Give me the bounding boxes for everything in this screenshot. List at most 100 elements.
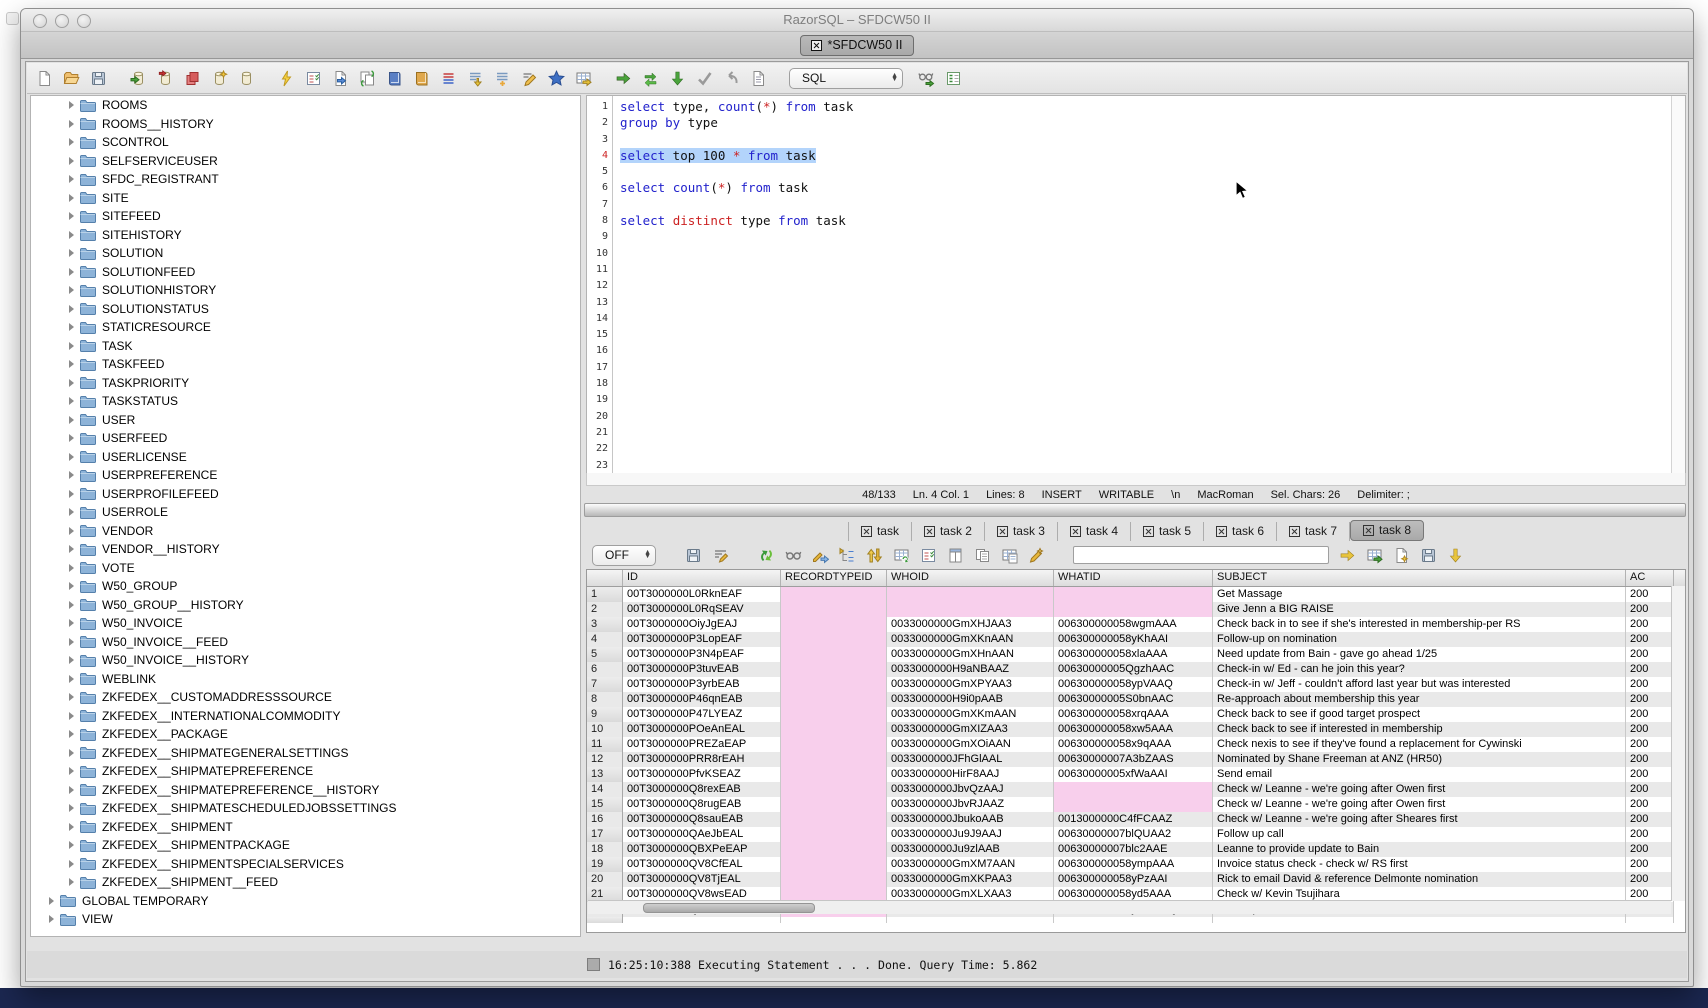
- disclosure-triangle-icon[interactable]: [69, 268, 74, 276]
- cell-ac[interactable]: 200: [1626, 872, 1674, 887]
- disclosure-triangle-icon[interactable]: [69, 434, 74, 442]
- cell-whoid[interactable]: 0033000000GmXKPAA3: [887, 872, 1054, 887]
- tab-close-icon[interactable]: [1143, 526, 1154, 537]
- tab-close-icon[interactable]: [811, 40, 822, 51]
- cell-ac[interactable]: 200: [1626, 677, 1674, 692]
- results-tab-task-2[interactable]: task 2: [912, 522, 985, 541]
- cell-recordtypeid[interactable]: [781, 782, 887, 797]
- tree-item-userprofilefeed[interactable]: USERPROFILEFEED: [31, 485, 580, 504]
- disclosure-triangle-icon[interactable]: [69, 786, 74, 794]
- disclosure-triangle-icon[interactable]: [69, 305, 74, 313]
- results-tab-task-8[interactable]: task 8: [1350, 520, 1424, 541]
- disclosure-triangle-icon[interactable]: [69, 249, 74, 257]
- cell-whatid[interactable]: 006300000058x9qAAA: [1054, 737, 1213, 752]
- cell-recordtypeid[interactable]: [781, 692, 887, 707]
- cell-ac[interactable]: 200: [1626, 617, 1674, 632]
- cell-whatid[interactable]: 006300000058ypVAAQ: [1054, 677, 1213, 692]
- editor-horizontal-scrollbar[interactable]: [586, 473, 1686, 486]
- results-search-input[interactable]: [1073, 546, 1329, 564]
- cell-recordtypeid[interactable]: [781, 812, 887, 827]
- cell-ac[interactable]: 200: [1626, 782, 1674, 797]
- cell-subject[interactable]: Nominated by Shane Freeman at ANZ (HR50): [1213, 752, 1626, 767]
- cell-subject[interactable]: Check-in w/ Jeff - couldn't afford last …: [1213, 677, 1626, 692]
- editor-vertical-scrollbar[interactable]: [1671, 96, 1685, 474]
- cell-id[interactable]: 00T3000000Q8rugEAB: [623, 797, 781, 812]
- column-header-subject[interactable]: SUBJECT: [1213, 570, 1626, 586]
- cell-whatid[interactable]: 006300000058yPzAAI: [1054, 872, 1213, 887]
- doc-lines-icon[interactable]: [749, 69, 767, 87]
- disclosure-triangle-icon[interactable]: [49, 897, 54, 905]
- tab-close-icon[interactable]: [861, 526, 872, 537]
- tree-item-sfdc_registrant[interactable]: SFDC_REGISTRANT: [31, 170, 580, 189]
- cell-ac[interactable]: 200: [1626, 632, 1674, 647]
- tree-item-w50_invoice[interactable]: W50_INVOICE: [31, 614, 580, 633]
- cell-recordtypeid[interactable]: [781, 587, 887, 602]
- column-header-id[interactable]: ID: [623, 570, 781, 586]
- disclosure-triangle-icon[interactable]: [69, 157, 74, 165]
- book-gold-icon[interactable]: [412, 69, 430, 87]
- tree-item-staticresource[interactable]: STATICRESOURCE: [31, 318, 580, 337]
- disclosure-triangle-icon[interactable]: [49, 915, 54, 923]
- disclosure-triangle-icon[interactable]: [69, 638, 74, 646]
- tab-close-icon[interactable]: [997, 526, 1008, 537]
- row-number[interactable]: 7: [587, 677, 623, 692]
- glasses-icon[interactable]: [784, 546, 802, 564]
- down-gold-icon[interactable]: [1446, 546, 1464, 564]
- down-green-icon[interactable]: [668, 69, 686, 87]
- cell-id[interactable]: 00T3000000L0RknEAF: [623, 587, 781, 602]
- cell-whatid[interactable]: [1054, 782, 1213, 797]
- cell-recordtypeid[interactable]: [781, 707, 887, 722]
- cell-whoid[interactable]: 0033000000JFhGlAAL: [887, 752, 1054, 767]
- cell-recordtypeid[interactable]: [781, 602, 887, 617]
- tree-item-vote[interactable]: VOTE: [31, 559, 580, 578]
- code-line[interactable]: [620, 441, 1671, 457]
- cell-whatid[interactable]: 006300000058yKhAAI: [1054, 632, 1213, 647]
- disclosure-triangle-icon[interactable]: [69, 194, 74, 202]
- cell-whatid[interactable]: [1054, 602, 1213, 617]
- disclosure-triangle-icon[interactable]: [69, 675, 74, 683]
- table-row[interactable]: 500T3000000P3N4pEAF0033000000GmXHnAAN006…: [587, 647, 1685, 662]
- tree-item-view[interactable]: VIEW: [31, 910, 580, 929]
- disclosure-triangle-icon[interactable]: [69, 120, 74, 128]
- cell-whoid[interactable]: 0033000000GmXKmAAN: [887, 707, 1054, 722]
- tree-item-zkfedex__shipmatescheduledjobssettings[interactable]: ZKFEDEX__SHIPMATESCHEDULEDJOBSSETTINGS: [31, 799, 580, 818]
- disclosure-triangle-icon[interactable]: [69, 564, 74, 572]
- code-line[interactable]: select distinct type from task: [620, 213, 1671, 229]
- tree-item-w50_group__history[interactable]: W50_GROUP__HISTORY: [31, 596, 580, 615]
- disclosure-triangle-icon[interactable]: [69, 601, 74, 609]
- disclosure-triangle-icon[interactable]: [69, 860, 74, 868]
- code-line[interactable]: [620, 164, 1671, 180]
- disclosure-triangle-icon[interactable]: [69, 656, 74, 664]
- cell-ac[interactable]: 200: [1626, 842, 1674, 857]
- tree-item-sitefeed[interactable]: SITEFEED: [31, 207, 580, 226]
- cell-subject[interactable]: Give Jenn a BIG RAISE: [1213, 602, 1626, 617]
- lines-down-icon[interactable]: [466, 69, 484, 87]
- disclosure-triangle-icon[interactable]: [69, 175, 74, 183]
- cell-whatid[interactable]: 00630000005S0bnAAC: [1054, 692, 1213, 707]
- code-line[interactable]: [620, 295, 1671, 311]
- tree-item-zkfedex__package[interactable]: ZKFEDEX__PACKAGE: [31, 725, 580, 744]
- cell-ac[interactable]: 200: [1626, 602, 1674, 617]
- page-import-icon[interactable]: [331, 69, 349, 87]
- row-number[interactable]: 2: [587, 602, 623, 617]
- highlighter-icon[interactable]: [1027, 546, 1045, 564]
- copy-red-icon[interactable]: [183, 69, 201, 87]
- table-row[interactable]: 1800T3000000QBXPeEAP0033000000Ju9zlAAB00…: [587, 842, 1685, 857]
- editor-results-splitter[interactable]: [584, 503, 1686, 517]
- disclosure-triangle-icon[interactable]: [69, 619, 74, 627]
- row-number[interactable]: 17: [587, 827, 623, 842]
- cell-ac[interactable]: 200: [1626, 587, 1674, 602]
- disclosure-triangle-icon[interactable]: [69, 878, 74, 886]
- table-row[interactable]: 1600T3000000Q8sauEAB0033000000JbukoAAB00…: [587, 812, 1685, 827]
- statement-type-dropdown[interactable]: SQL ▲▼: [789, 68, 903, 89]
- tree-item-zkfedex__shipmatepreference__history[interactable]: ZKFEDEX__SHIPMATEPREFERENCE__HISTORY: [31, 781, 580, 800]
- table-row[interactable]: 1700T3000000QAeJbEAL0033000000Ju9J9AAJ00…: [587, 827, 1685, 842]
- save-icon[interactable]: [684, 546, 702, 564]
- edit-go-icon[interactable]: [811, 546, 829, 564]
- notes-green-icon[interactable]: [944, 69, 962, 87]
- code-line[interactable]: select top 100 * from task: [620, 148, 1671, 164]
- cell-subject[interactable]: Get Massage: [1213, 587, 1626, 602]
- cell-whatid[interactable]: 00630000007blc2AAE: [1054, 842, 1213, 857]
- table-row[interactable]: 1500T3000000Q8rugEAB0033000000JbvRJAAZCh…: [587, 797, 1685, 812]
- book-blue-icon[interactable]: [385, 69, 403, 87]
